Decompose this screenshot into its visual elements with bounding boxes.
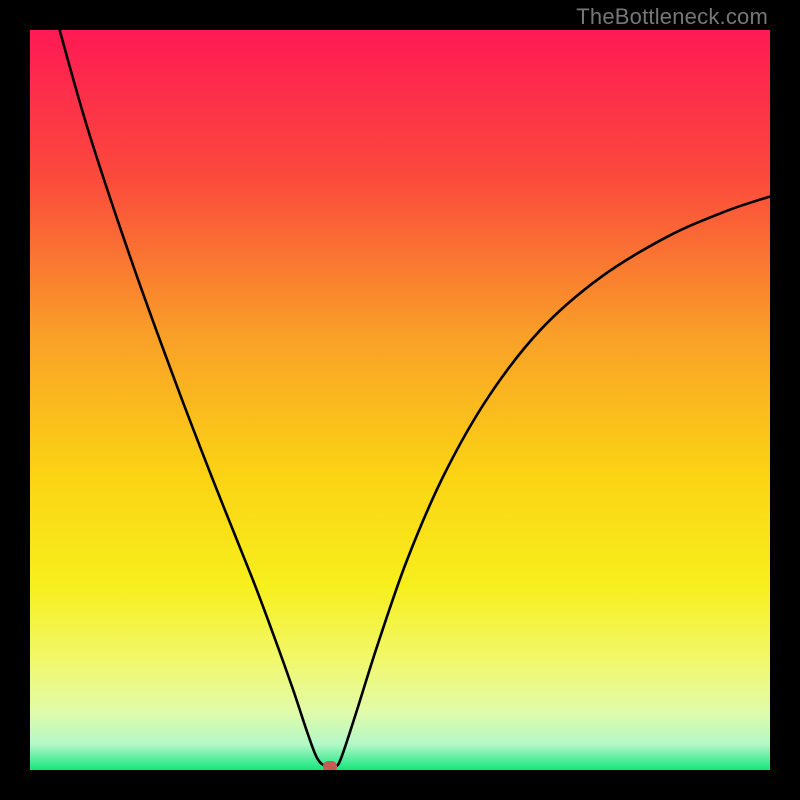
watermark-text: TheBottleneck.com xyxy=(576,4,768,30)
curve-layer xyxy=(30,30,770,770)
plot-area xyxy=(30,30,770,770)
optimal-point-marker xyxy=(323,761,337,770)
bottleneck-curve xyxy=(60,30,770,767)
chart-frame: TheBottleneck.com xyxy=(0,0,800,800)
